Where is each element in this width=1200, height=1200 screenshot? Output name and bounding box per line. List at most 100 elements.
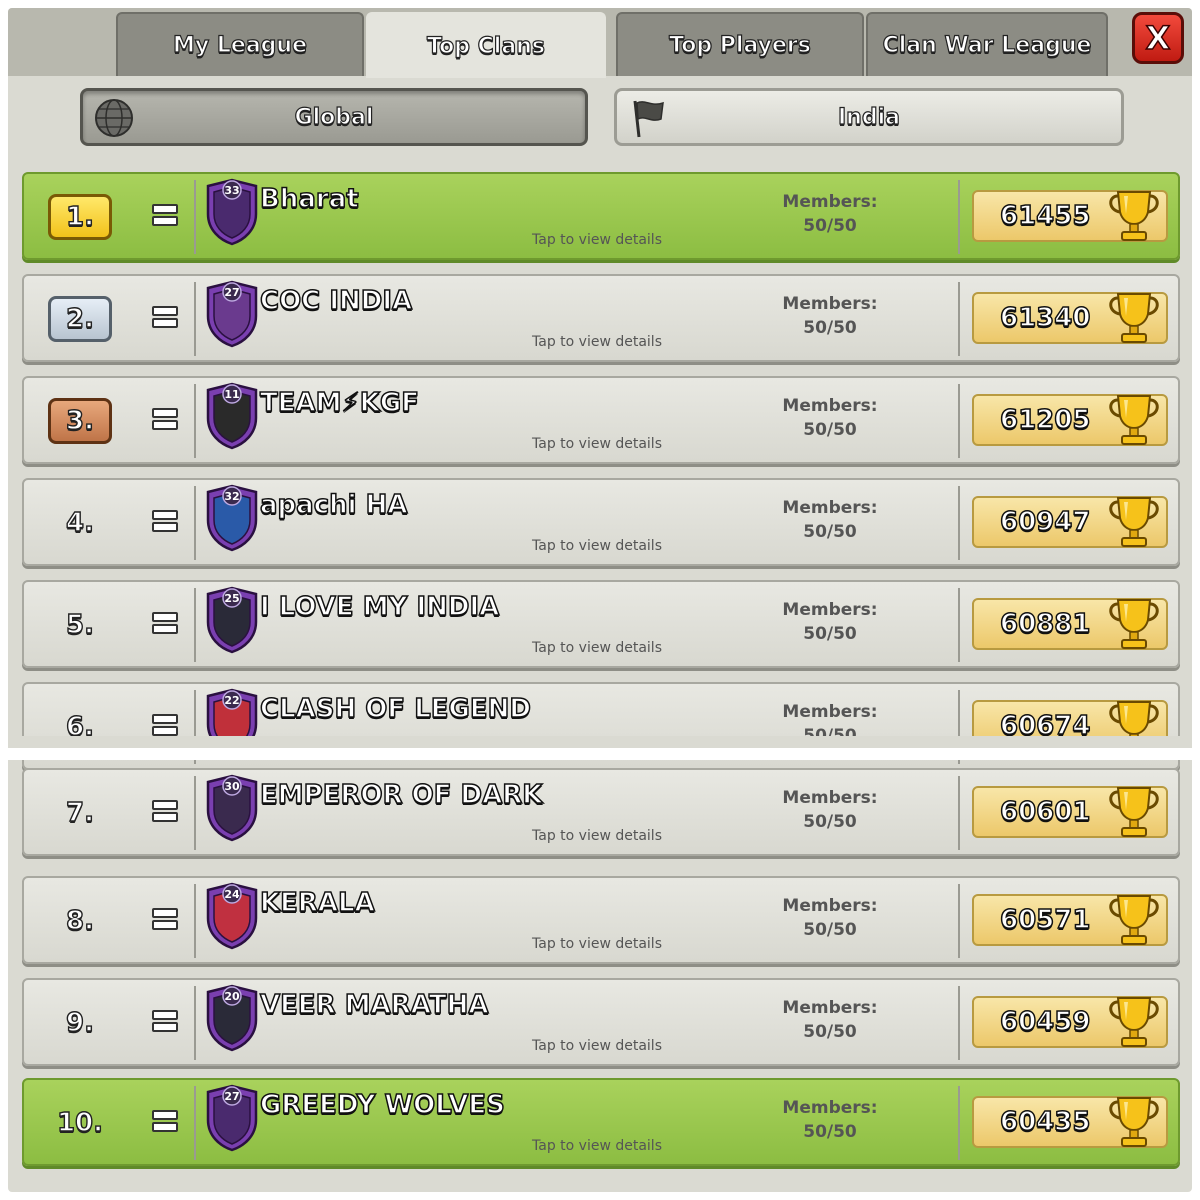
tab-top-clans[interactable]: Top Clans [366,12,606,78]
clan-badge-icon: 32 [206,484,258,552]
globe-icon [95,99,133,137]
clan-level: 24 [224,888,240,901]
clan-badge-icon: 20 [206,984,258,1052]
trophy-icon [1109,997,1159,1047]
members-label: Members: [782,788,878,808]
members-value: 50/50 [803,1122,857,1142]
members-count: Members: 50/50 [772,894,888,942]
rank-unchanged-icon [152,1110,178,1132]
clan-badge-icon: 25 [206,586,258,654]
clan-badge-icon: 30 [206,774,258,842]
clan-row[interactable]: 7. 30 EMPEROR OF DARK Tap to view detail… [22,768,1180,856]
members-value: 50/50 [803,420,857,440]
members-count: Members: 50/50 [772,786,888,834]
trophy-count: 60601 [972,786,1168,838]
divider [958,588,960,662]
rank-unchanged-icon [152,800,178,822]
clan-level: 11 [224,388,239,401]
clan-badge-icon: 24 [206,882,258,950]
members-count: Members: 50/50 [772,190,888,238]
tap-hint: Tap to view details [532,936,662,952]
close-icon: X [1145,18,1171,58]
trophy-value: 60947 [999,506,1091,538]
region-india-button[interactable]: India [614,88,1124,146]
clan-name: VEER MARATHA [259,989,489,1021]
clan-row[interactable]: 10. 27 GREEDY WOLVES Tap to view details… [22,1078,1180,1166]
divider [194,282,196,356]
trophy-icon [1109,395,1159,445]
rank-badge: 1. [48,194,112,240]
leaderboard-window: My League Top Clans Top Players Clan War… [8,8,1192,1192]
clan-row[interactable]: 2. 27 COC INDIA Tap to view details Memb… [22,274,1180,362]
clan-name: Bharat [259,183,359,215]
clan-name: I LOVE MY INDIA [259,591,500,623]
members-label: Members: [782,498,878,518]
rank-number: 8. [65,905,94,936]
rank-badge: 4. [48,500,112,546]
divider [958,486,960,560]
clan-row[interactable]: 9. 20 VEER MARATHA Tap to view details M… [22,978,1180,1066]
clan-row[interactable]: 5. 25 I LOVE MY INDIA Tap to view detail… [22,580,1180,668]
trophy-count: 60459 [972,996,1168,1048]
rank-number: 1. [65,201,94,232]
rank-unchanged-icon [152,408,178,430]
clan-row[interactable]: 3. 11 TEAM⚡KGF Tap to view details Membe… [22,376,1180,464]
clan-badge-icon: 27 [206,1084,258,1152]
trophy-value: 61455 [999,200,1091,232]
rank-unchanged-icon [152,204,178,226]
members-label: Members: [782,1098,878,1118]
members-value: 50/50 [803,318,857,338]
trophy-count: 61340 [972,292,1168,344]
region-label: India [837,104,900,130]
members-count: Members: 50/50 [772,996,888,1044]
clan-row[interactable]: 4. 32 apachi HA Tap to view details Memb… [22,478,1180,566]
members-value: 50/50 [803,920,857,940]
divider [8,736,1192,748]
trophy-value: 60435 [999,1106,1091,1138]
rank-number: 3. [65,405,94,436]
trophy-count: 60881 [972,598,1168,650]
tab-top-players[interactable]: Top Players [616,12,864,76]
clan-level: 25 [224,592,239,605]
divider [194,384,196,458]
clan-name: KERALA [259,887,375,919]
clan-row[interactable]: 8. 24 KERALA Tap to view details Members… [22,876,1180,964]
tab-clan-war-league[interactable]: Clan War League [866,12,1108,76]
clan-badge-icon: 27 [206,280,258,348]
rank-badge: 8. [48,898,112,944]
tap-hint: Tap to view details [532,538,662,554]
members-value: 50/50 [803,216,857,236]
trophy-icon [1109,1097,1159,1147]
divider [194,1086,196,1160]
trophy-icon [1109,497,1159,547]
rank-number: 4. [65,507,94,538]
tab-label: My League [172,32,307,58]
trophy-value: 60881 [999,608,1091,640]
members-label: Members: [782,294,878,314]
tap-hint: Tap to view details [532,1138,662,1154]
members-value: 50/50 [803,812,857,832]
close-button[interactable]: X [1132,12,1184,64]
tap-hint: Tap to view details [532,640,662,656]
clan-level: 32 [224,490,239,503]
members-count: Members: 50/50 [772,1096,888,1144]
tap-hint: Tap to view details [532,334,662,350]
tab-my-league[interactable]: My League [116,12,364,76]
divider [958,884,960,958]
rank-unchanged-icon [152,908,178,930]
members-label: Members: [782,396,878,416]
members-value: 50/50 [803,1022,857,1042]
divider [8,748,1192,760]
members-label: Members: [782,998,878,1018]
divider [194,884,196,958]
trophy-count: 60571 [972,894,1168,946]
rank-unchanged-icon [152,1010,178,1032]
region-global-button[interactable]: Global [80,88,588,146]
clan-badge-icon: 33 [206,178,258,246]
tab-label: Top Players [669,32,812,58]
trophy-value: 61205 [999,404,1091,436]
tab-label: Top Clans [426,33,545,59]
tab-label: Clan War League [882,32,1092,58]
trophy-icon [1109,293,1159,343]
clan-row[interactable]: 1. 33 Bharat Tap to view details Members… [22,172,1180,260]
